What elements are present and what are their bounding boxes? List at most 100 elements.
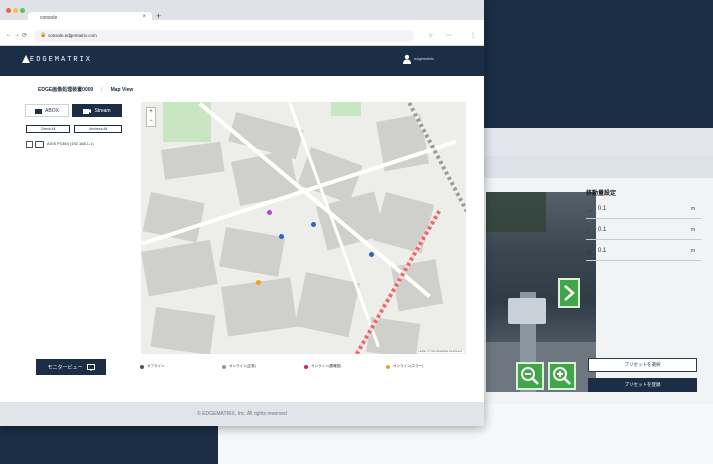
map-zoom-out-button[interactable]: − — [147, 117, 155, 126]
url-field[interactable]: 🔒 console.edgematrix.com — [34, 30, 414, 42]
map-attribution[interactable]: Leaflet | © OpenStreetMap contributors — [416, 350, 464, 353]
map-block — [150, 307, 216, 354]
zoom-icon: ⟲ — [586, 250, 592, 257]
map-zoom-control: + − — [146, 107, 156, 127]
zoom-value[interactable]: 0.1 — [598, 248, 606, 254]
zoom-unit-select[interactable]: m — [691, 248, 695, 254]
monitor-view-button[interactable]: モニタービュー — [36, 359, 106, 375]
legend-dot-icon — [222, 364, 226, 369]
legend-dot-icon — [386, 364, 390, 369]
breadcrumb-separator: | — [101, 87, 103, 93]
map-view[interactable]: + − Leaflet | © OpenStreetMap contributo… — [141, 102, 466, 354]
camera-icon — [35, 141, 44, 148]
movement-settings-panel: 移動量設定 ↔ 0.1 m ↕ 0.1 m ⟲ 0.1 m — [586, 188, 701, 261]
register-preset-button[interactable]: プリセットを登録 — [588, 378, 697, 392]
check-all-button[interactable]: Check All — [26, 125, 70, 133]
extensions-icon[interactable]: ⋯ — [446, 32, 452, 39]
camera-icon — [83, 108, 92, 114]
close-tab-icon[interactable]: × — [142, 14, 146, 20]
device-list-item[interactable]: AXIS P1364 (192.168.1.1) — [26, 140, 126, 150]
url-text: console.edgematrix.com — [48, 33, 97, 38]
breadcrumb-device[interactable]: EDGE画像処理装置0000 — [38, 87, 93, 93]
chevron-right-icon — [564, 285, 575, 301]
legend-dot-icon — [304, 364, 308, 369]
close-window-icon[interactable] — [6, 8, 11, 13]
tilt-icon: ↕ — [586, 228, 590, 235]
legend-offline: オフライン — [140, 364, 165, 369]
user-name[interactable]: edgematrix — [414, 56, 434, 61]
back-icon[interactable]: ← — [6, 32, 12, 38]
app-header: EDGEMATRIX edgematrix — [0, 46, 484, 76]
pan-value[interactable]: 0.1 — [598, 206, 606, 212]
tilt-setting-row[interactable]: ↕ 0.1 m — [586, 221, 701, 240]
pan-unit-select[interactable]: m — [691, 206, 695, 212]
zoom-out-button[interactable] — [516, 362, 544, 390]
breadcrumb: EDGE画像処理装置0000 | Map View — [38, 86, 133, 93]
movement-settings-title: 移動量設定 — [586, 191, 617, 197]
tilt-value[interactable]: 0.1 — [598, 227, 606, 233]
pan-setting-row[interactable]: ↔ 0.1 m — [586, 200, 701, 219]
zoom-in-icon — [553, 367, 571, 385]
legend-label: オンライン(要確認) — [311, 364, 342, 368]
map-zoom-in-button[interactable]: + — [147, 108, 155, 117]
lock-icon: 🔒 — [40, 32, 47, 38]
map-block — [221, 277, 298, 337]
map-block — [373, 192, 435, 254]
abox-button[interactable]: ABOX — [25, 104, 69, 117]
legend-label: オンライン(正常) — [229, 364, 256, 368]
legend-online-error: オンライン(エラー) — [386, 364, 423, 369]
select-preset-button[interactable]: プリセットを選択 — [588, 358, 697, 372]
map-marker[interactable] — [256, 280, 261, 285]
maximize-window-icon[interactable] — [20, 8, 25, 13]
zoom-in-button[interactable] — [548, 362, 576, 390]
legend-online-normal: オンライン(正常) — [222, 364, 256, 369]
map-marker[interactable] — [369, 252, 374, 257]
map-block — [161, 141, 225, 180]
browser-tab[interactable]: console × — [28, 12, 152, 26]
camera-sign — [508, 298, 546, 324]
legend-label: オンライン(エラー) — [393, 364, 424, 368]
map-block — [294, 272, 360, 338]
camera-feed — [486, 192, 596, 392]
map-park — [331, 102, 361, 116]
stream-button[interactable]: Stream — [72, 104, 122, 117]
map-block — [141, 239, 218, 297]
tab-bar: console × + — [0, 0, 484, 26]
minimize-window-icon[interactable] — [13, 8, 18, 13]
tab-title: console — [40, 15, 58, 21]
device-label: AXIS P1364 (192.168.1.1) — [47, 141, 94, 146]
copyright-text: © EDGEMATRIX, Inc. All rights reserved — [197, 411, 287, 417]
device-checkbox[interactable] — [26, 141, 33, 148]
app-logo[interactable]: EDGEMATRIX — [30, 56, 92, 64]
legend-online-check: オンライン(要確認) — [304, 364, 341, 369]
camera-tree — [486, 192, 546, 232]
new-tab-button[interactable]: + — [156, 11, 161, 21]
monitor-view-label: モニタービュー — [47, 364, 83, 371]
map-marker[interactable] — [267, 210, 272, 215]
uncheck-all-button[interactable]: Uncheck All — [74, 125, 122, 133]
map-marker[interactable] — [311, 222, 316, 227]
zoom-out-icon — [521, 367, 539, 385]
pan-icon: ↔ — [586, 207, 593, 214]
monitor-icon — [86, 363, 95, 371]
stream-label: Stream — [94, 107, 111, 114]
abox-label: ABOX — [45, 107, 59, 114]
legend-label: オフライン — [147, 364, 165, 368]
footer: © EDGEMATRIX, Inc. All rights reserved — [0, 402, 484, 426]
map-block — [219, 227, 286, 277]
reload-icon[interactable]: ⟳ — [22, 32, 27, 39]
zoom-setting-row[interactable]: ⟲ 0.1 m — [586, 242, 701, 261]
legend-dot-icon — [140, 364, 144, 369]
browser-window: console × + ← → ⟳ 🔒 console.edgematrix.c… — [0, 0, 484, 426]
tilt-unit-select[interactable]: m — [691, 227, 695, 233]
user-icon[interactable] — [403, 54, 411, 64]
breadcrumb-current: Map View — [110, 87, 134, 93]
next-camera-button[interactable] — [558, 278, 580, 308]
address-bar: ← → ⟳ 🔒 console.edgematrix.com ☆ ⋯ ⋮ — [0, 26, 484, 46]
box-icon — [35, 108, 43, 114]
star-icon[interactable]: ☆ — [428, 32, 433, 39]
logo-icon — [22, 55, 30, 63]
map-marker[interactable] — [279, 234, 284, 239]
forward-icon[interactable]: → — [14, 32, 20, 38]
menu-icon[interactable]: ⋮ — [470, 32, 476, 39]
